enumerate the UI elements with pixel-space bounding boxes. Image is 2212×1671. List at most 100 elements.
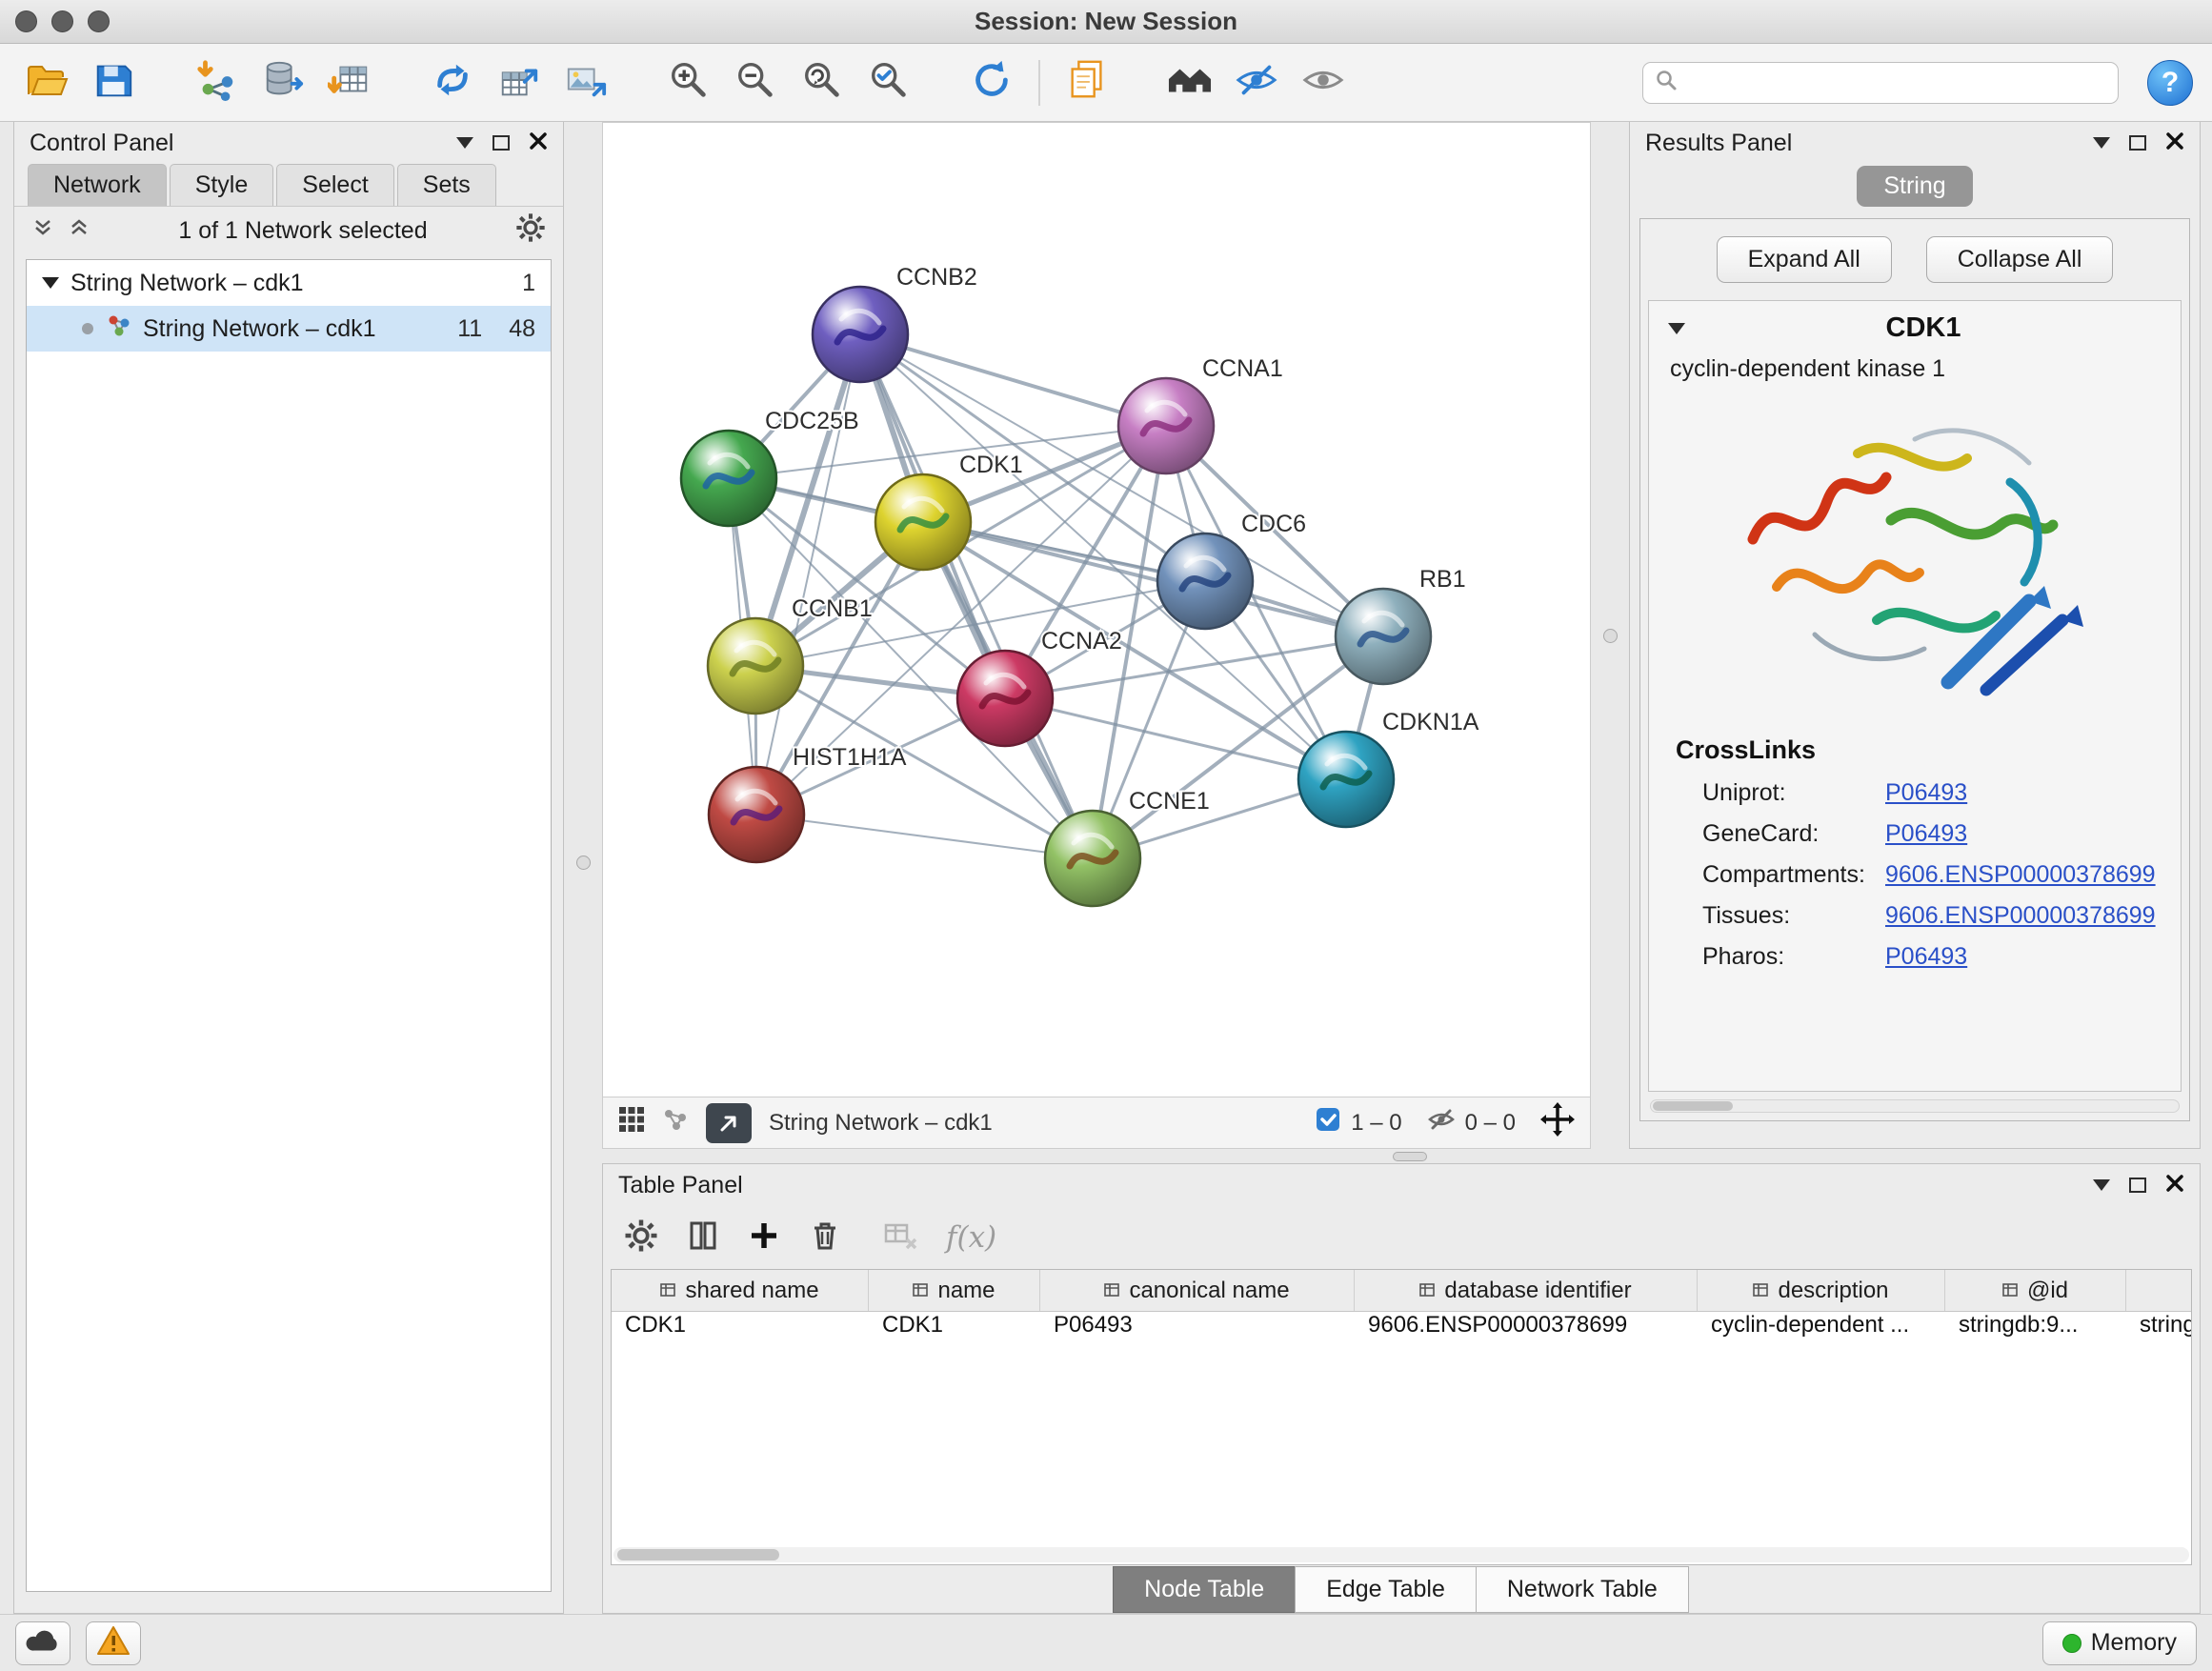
import-network-file-button[interactable] bbox=[189, 55, 244, 111]
zoom-in-button[interactable] bbox=[661, 55, 716, 111]
crosslink-link-genecard[interactable]: P06493 bbox=[1885, 820, 1967, 847]
column-header-shared-name[interactable]: shared name bbox=[612, 1270, 869, 1311]
network-node-HIST1H1A[interactable]: HIST1H1A bbox=[709, 744, 907, 862]
table-panel-collapse-icon[interactable] bbox=[2093, 1179, 2110, 1191]
results-tab-string[interactable]: String bbox=[1857, 166, 1972, 207]
network-edge-CCNB2-HIST1H1A[interactable] bbox=[756, 334, 860, 815]
tab-style[interactable]: Style bbox=[170, 164, 274, 206]
column-header-name[interactable]: name bbox=[869, 1270, 1040, 1311]
control-panel-close-icon[interactable] bbox=[529, 130, 548, 157]
network-row[interactable]: String Network – cdk1 11 48 bbox=[27, 306, 551, 352]
column-header-database-identifier[interactable]: database identifier bbox=[1355, 1270, 1698, 1311]
refresh-button[interactable] bbox=[964, 55, 1019, 111]
splitter-handle[interactable] bbox=[1393, 1152, 1427, 1161]
network-graph[interactable]: CCNB2CCNA1CDC25BCDK1CDC6RB1CCNB1CCNA2CDK… bbox=[603, 123, 1590, 1097]
table-row[interactable]: CDK1CDK1P064939606.ENSP00000378699cyclin… bbox=[612, 1312, 2191, 1339]
delete-column-trash-icon[interactable] bbox=[809, 1219, 841, 1257]
network-node-RB1[interactable]: RB1 bbox=[1336, 566, 1466, 684]
share-network-icon[interactable] bbox=[662, 1106, 689, 1139]
selected-checkbox-icon[interactable] bbox=[1315, 1106, 1341, 1139]
tab-edge-table[interactable]: Edge Table bbox=[1295, 1566, 1477, 1613]
save-session-button[interactable] bbox=[86, 55, 141, 111]
show-columns-icon[interactable] bbox=[687, 1219, 719, 1257]
tree-caret-icon[interactable] bbox=[42, 277, 59, 289]
network-canvas[interactable]: CCNB2CCNA1CDC25BCDK1CDC6RB1CCNB1CCNA2CDK… bbox=[602, 122, 1591, 1097]
control-panel-collapse-icon[interactable] bbox=[456, 137, 473, 149]
tab-node-table[interactable]: Node Table bbox=[1113, 1566, 1296, 1613]
add-column-icon[interactable] bbox=[748, 1219, 780, 1257]
column-header-canonical-name[interactable]: canonical name bbox=[1040, 1270, 1355, 1311]
horizontal-splitter[interactable] bbox=[602, 1149, 2212, 1163]
show-all-button[interactable] bbox=[1296, 55, 1351, 111]
network-node-CCNB2[interactable]: CCNB2 bbox=[813, 264, 977, 382]
tab-sets[interactable]: Sets bbox=[397, 164, 496, 206]
table-panel-float-icon[interactable] bbox=[2129, 1178, 2146, 1193]
table-cell[interactable]: CDK1 bbox=[869, 1312, 1040, 1339]
network-node-CDKN1A[interactable]: CDKN1A bbox=[1298, 709, 1479, 827]
zoom-selected-button[interactable] bbox=[861, 55, 916, 111]
crosslink-link-pharos[interactable]: P06493 bbox=[1885, 943, 1967, 970]
close-window-button[interactable] bbox=[15, 10, 37, 32]
home-button[interactable] bbox=[1162, 55, 1217, 111]
grid-view-icon[interactable] bbox=[618, 1106, 645, 1139]
tab-network-table[interactable]: Network Table bbox=[1476, 1566, 1689, 1613]
import-table-file-button[interactable] bbox=[322, 55, 377, 111]
pan-crosshair-icon[interactable] bbox=[1540, 1102, 1575, 1143]
network-node-CDK1[interactable]: CDK1 bbox=[875, 452, 1023, 570]
expand-all-icon[interactable] bbox=[68, 216, 90, 246]
table-horizontal-scrollbar[interactable] bbox=[613, 1547, 2189, 1562]
splitter-handle[interactable] bbox=[576, 856, 591, 870]
results-horizontal-scrollbar[interactable] bbox=[1650, 1099, 2180, 1113]
column-header--id[interactable]: @id bbox=[1945, 1270, 2126, 1311]
splitter-handle[interactable] bbox=[1603, 629, 1618, 643]
results-panel-float-icon[interactable] bbox=[2129, 135, 2146, 151]
help-button[interactable]: ? bbox=[2147, 60, 2193, 106]
control-panel-float-icon[interactable] bbox=[493, 135, 510, 151]
collapse-all-button[interactable]: Collapse All bbox=[1926, 236, 2114, 283]
zoom-fit-button[interactable] bbox=[794, 55, 850, 111]
network-edge-CDK1-RB1[interactable] bbox=[923, 522, 1383, 636]
table-panel-close-icon[interactable] bbox=[2165, 1172, 2184, 1199]
warnings-button[interactable] bbox=[86, 1621, 141, 1665]
column-header-description[interactable]: description bbox=[1698, 1270, 1945, 1311]
zoom-out-button[interactable] bbox=[728, 55, 783, 111]
open-session-button[interactable] bbox=[19, 55, 74, 111]
table-settings-gear-icon[interactable] bbox=[624, 1218, 658, 1258]
results-panel-collapse-icon[interactable] bbox=[2093, 137, 2110, 149]
network-from-table-button[interactable] bbox=[492, 55, 547, 111]
results-panel-close-icon[interactable] bbox=[2165, 130, 2184, 157]
left-splitter[interactable] bbox=[564, 122, 602, 1614]
network-edge-HIST1H1A-CCNE1[interactable] bbox=[756, 815, 1093, 858]
copy-button[interactable] bbox=[1059, 55, 1115, 111]
crosslink-link-uniprot[interactable]: P06493 bbox=[1885, 779, 1967, 806]
crosslink-link-tissues[interactable]: 9606.ENSP00000378699 bbox=[1885, 902, 2156, 929]
tab-select[interactable]: Select bbox=[276, 164, 393, 206]
table-cell[interactable]: stringdb:9... bbox=[1945, 1312, 2126, 1339]
hide-selected-button[interactable] bbox=[1229, 55, 1284, 111]
open-in-browser-button[interactable] bbox=[706, 1103, 752, 1143]
gear-icon[interactable] bbox=[515, 212, 546, 250]
table-cell[interactable]: cyclin-dependent ... bbox=[1698, 1312, 1945, 1339]
table-cell[interactable]: P06493 bbox=[1040, 1312, 1355, 1339]
cloud-status-button[interactable] bbox=[15, 1621, 70, 1665]
right-splitter[interactable] bbox=[1591, 122, 1629, 1149]
column-header-namespace[interactable]: namespace bbox=[2126, 1270, 2192, 1311]
export-image-button[interactable] bbox=[558, 55, 613, 111]
hidden-eye-slash-icon[interactable] bbox=[1427, 1106, 1456, 1139]
network-edge-CCNB2-CCNE1[interactable] bbox=[860, 334, 1093, 858]
table-cell[interactable]: stringdb bbox=[2126, 1312, 2192, 1339]
apply-layout-button[interactable] bbox=[425, 55, 480, 111]
table-cell[interactable]: CDK1 bbox=[612, 1312, 869, 1339]
crosslink-link-compartments[interactable]: 9606.ENSP00000378699 bbox=[1885, 861, 2156, 888]
search-input[interactable] bbox=[1687, 70, 2106, 96]
memory-button[interactable]: Memory bbox=[2042, 1621, 2197, 1665]
protein-collapse-icon[interactable] bbox=[1668, 323, 1685, 334]
collapse-all-icon[interactable] bbox=[31, 216, 54, 246]
tab-network[interactable]: Network bbox=[28, 164, 167, 206]
network-node-CCNA1[interactable]: CCNA1 bbox=[1118, 355, 1283, 473]
network-collection-row[interactable]: String Network – cdk1 1 bbox=[27, 260, 551, 306]
minimize-window-button[interactable] bbox=[51, 10, 73, 32]
maximize-window-button[interactable] bbox=[88, 10, 110, 32]
table-cell[interactable]: 9606.ENSP00000378699 bbox=[1355, 1312, 1698, 1339]
network-edge-CCNA2-CDKN1A[interactable] bbox=[1005, 698, 1346, 779]
